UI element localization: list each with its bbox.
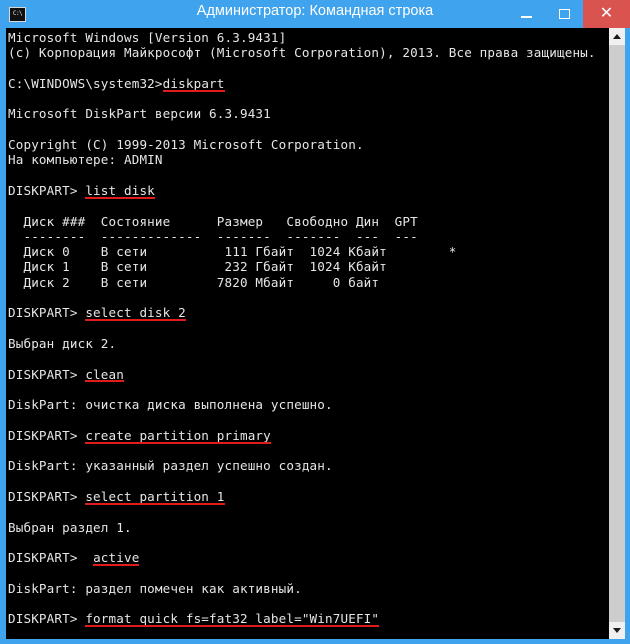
console-prompt: DISKPART>	[8, 305, 86, 321]
console-line: Диск 2 В сети 7820 Мбайт 0 байт	[8, 274, 380, 290]
console-line: Copyright (C) 1999-2013 Microsoft Corpor…	[8, 137, 364, 153]
console-line: (c) Корпорация Майкрософт (Microsoft Cor…	[8, 45, 596, 61]
title-bar[interactable]: C:\ Администратор: Командная строка ✕	[0, 0, 630, 28]
cmd-icon: C:\	[9, 6, 26, 22]
console-line: DISKPART> select partition 1	[8, 488, 608, 506]
console-line: DISKPART> create partition primary	[8, 427, 608, 444]
console-line: Диск 1 В сети 232 Гбайт 1024 Кбайт	[8, 259, 387, 275]
maximize-button[interactable]	[545, 0, 583, 28]
console-line: DiskPart: указанный раздел успешно созда…	[8, 458, 333, 474]
console-line: Диск ### Состояние Размер Свободно Дин G…	[8, 213, 418, 229]
minimize-icon	[520, 16, 532, 18]
maximize-icon	[558, 9, 570, 19]
console-prompt: C:\WINDOWS\system32>	[8, 75, 163, 91]
console-command-highlight: select disk 2	[85, 305, 186, 322]
console-line: C:\WINDOWS\system32>diskpart	[8, 75, 608, 93]
window-controls: ✕	[507, 0, 630, 28]
minimize-button[interactable]	[507, 0, 545, 28]
console-line: DISKPART> select disk 2	[8, 305, 608, 322]
console-prompt: DISKPART>	[8, 427, 86, 443]
console-command-highlight: list disk	[85, 182, 155, 200]
console-line: DiskPart: очистка диска выполнена успешн…	[8, 397, 333, 413]
console-line: DISKPART> format quick fs=fat32 label="W…	[8, 611, 608, 628]
console-command-highlight: active	[93, 550, 140, 567]
console-line: Выбран диск 2.	[8, 335, 117, 351]
console-command-highlight: clean	[85, 366, 124, 383]
console-line: DISKPART> active	[8, 550, 608, 567]
scrollbar-thumb[interactable]	[609, 45, 625, 622]
scrollbar-track[interactable]	[609, 45, 625, 622]
console-line: Выбран раздел 1.	[8, 519, 132, 535]
console-line: -------- ------------- ------- ------- -…	[8, 228, 418, 244]
console-prompt: DISKPART>	[8, 611, 86, 627]
console-area[interactable]: Microsoft Windows [Version 6.3.9431] (c) …	[6, 28, 625, 639]
scroll-down-button[interactable]	[609, 622, 625, 639]
console-line: Диск 0 В сети 111 Гбайт 1024 Кбайт *	[8, 244, 457, 260]
console-prompt: DISKPART>	[8, 366, 86, 382]
command-prompt-window: C:\ Администратор: Командная строка ✕ Mi…	[0, 0, 630, 644]
console-scrollbar[interactable]	[608, 28, 625, 639]
scroll-up-button[interactable]	[609, 28, 625, 45]
console-frame: Microsoft Windows [Version 6.3.9431] (c) …	[0, 28, 630, 644]
chevron-up-icon	[613, 34, 621, 39]
console-line: DISKPART> clean	[8, 366, 608, 383]
console-line: На компьютере: ADMIN	[8, 152, 163, 168]
close-icon: ✕	[599, 5, 614, 22]
console-prompt: DISKPART>	[8, 488, 86, 504]
console-output[interactable]: Microsoft Windows [Version 6.3.9431] (c) …	[6, 28, 608, 639]
console-prompt: DISKPART>	[8, 182, 86, 198]
chevron-down-icon	[613, 628, 621, 633]
console-command-highlight: create partition primary	[85, 427, 271, 444]
console-line: Microsoft Windows [Version 6.3.9431]	[8, 30, 287, 45]
console-command-highlight: format quick fs=fat32 label="Win7UEFI"	[85, 611, 380, 628]
console-line: Microsoft DiskPart версии 6.3.9431	[8, 106, 271, 122]
console-command-highlight: diskpart	[162, 75, 225, 93]
console-line: DiskPart: раздел помечен как активный.	[8, 580, 302, 596]
close-button[interactable]: ✕	[583, 0, 630, 28]
console-line: DISKPART> list disk	[8, 182, 608, 200]
console-prompt: DISKPART>	[8, 550, 94, 566]
console-command-highlight: select partition 1	[85, 488, 225, 506]
